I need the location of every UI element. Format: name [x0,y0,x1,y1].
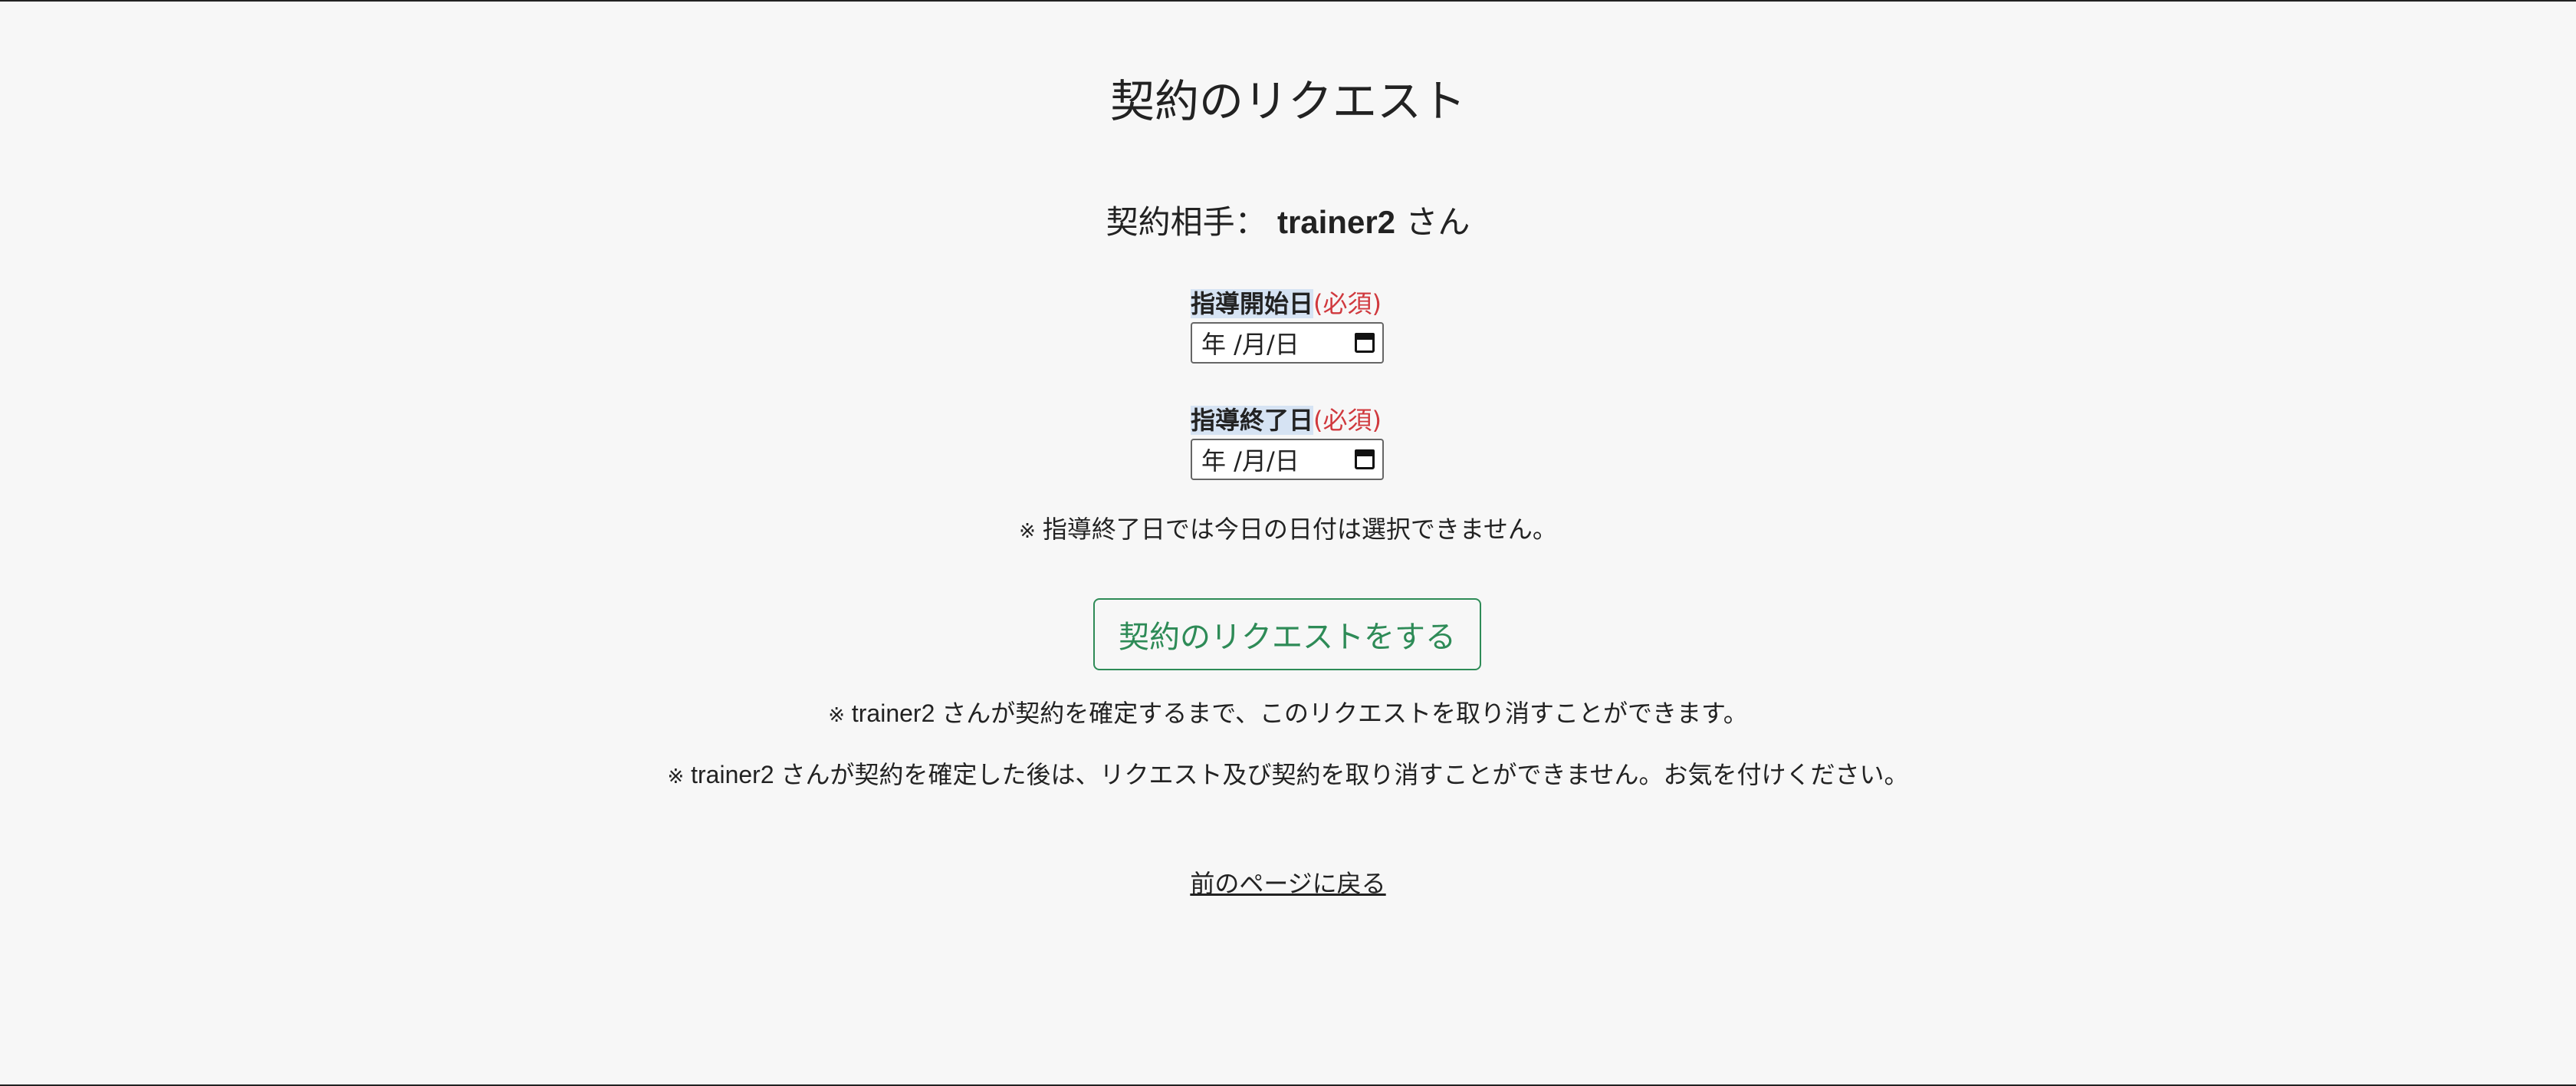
back-link-container: 前のページに戻る [0,867,2576,900]
end-date-note: ※ 指導終了日では今日の日付は選択できません。 [0,512,2576,548]
cancel-note-text: trainer2 さんが契約を確定するまで、このリクエストを取り消すことができま… [851,699,1748,727]
start-date-label: 指導開始日 [1191,289,1314,318]
note-mark: ※ [1019,519,1036,542]
cancel-note: ※ trainer2 さんが契約を確定するまで、このリクエストを取り消すことがで… [0,696,2576,732]
back-link[interactable]: 前のページに戻る [1190,869,1385,898]
note-mark: ※ [828,703,845,726]
required-marker: (必須) [1313,406,1382,435]
calendar-icon[interactable] [1355,333,1375,353]
warning-note: ※ trainer2 さんが契約を確定した後は、リクエスト及び契約を取り消すこと… [0,758,2576,793]
end-date-note-text: 指導終了日では今日の日付は選択できません。 [1042,515,1557,543]
calendar-icon[interactable] [1355,449,1375,469]
end-date-label-line: 指導終了日(必須) [1191,403,1390,437]
start-date-input[interactable]: 年 /月/日 [1191,322,1384,364]
warning-note-text: trainer2 さんが契約を確定した後は、リクエスト及び契約を取り消すことがで… [691,761,1909,788]
end-date-field: 指導終了日(必須) 年 /月/日 [1191,403,1390,480]
partner-suffix: さん [1405,203,1470,241]
end-date-placeholder: 年 /月/日 [1201,446,1300,476]
note-mark: ※ [667,765,685,788]
start-date-field: 指導開始日(必須) 年 /月/日 [1191,287,1390,364]
contract-partner: 契約相手： trainer2 さん [0,199,2576,245]
start-date-label-line: 指導開始日(必須) [1191,287,1390,321]
page-title: 契約のリクエスト [1109,75,1466,127]
request-contract-button[interactable]: 契約のリクエストをする [1093,598,1481,670]
partner-name: trainer2 [1276,204,1396,240]
end-date-label: 指導終了日 [1191,406,1314,435]
end-date-input[interactable]: 年 /月/日 [1191,439,1384,480]
start-date-placeholder: 年 /月/日 [1201,330,1300,359]
partner-prefix: 契約相手： [1106,203,1267,241]
required-marker: (必須) [1313,289,1382,318]
